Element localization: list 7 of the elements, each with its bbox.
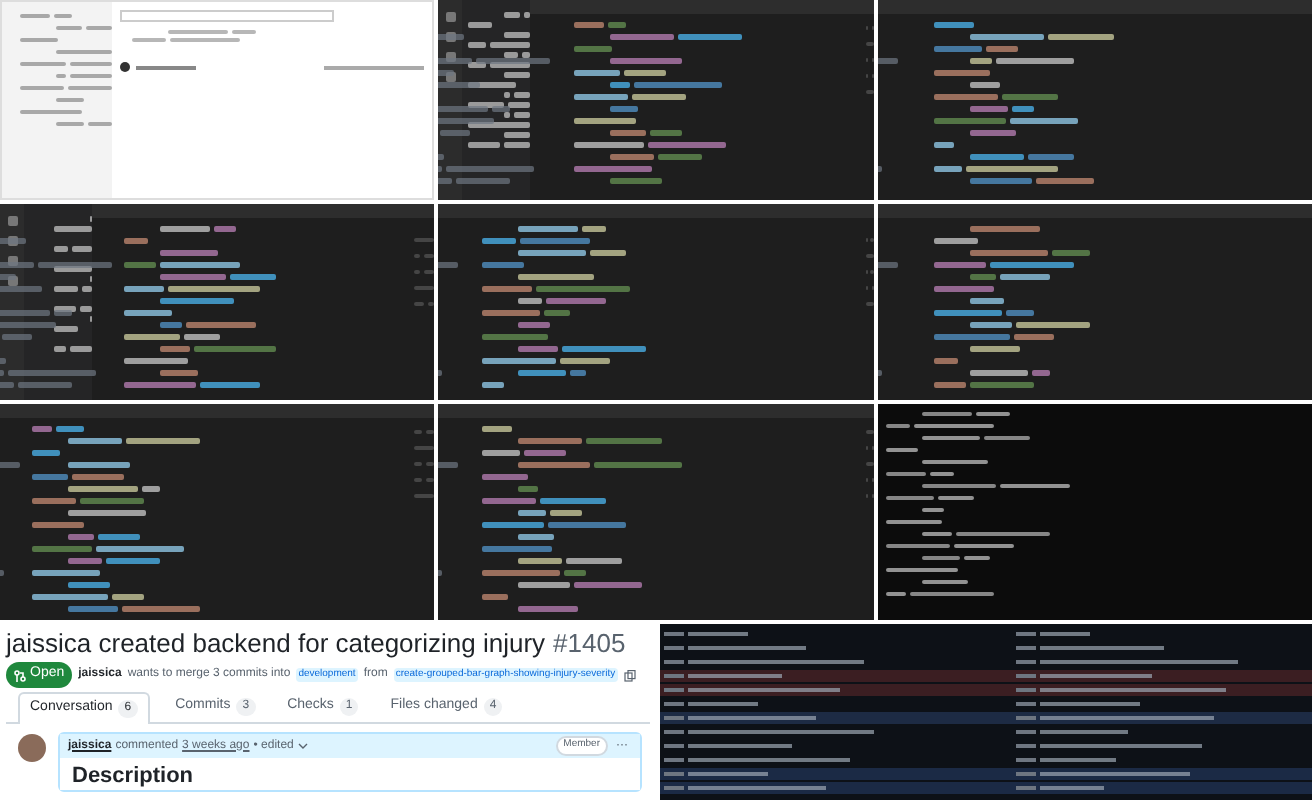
description-heading: Description: [72, 764, 194, 788]
caret-icon: [297, 742, 308, 750]
avatar-icon: [18, 734, 46, 762]
copy-icon[interactable]: [623, 669, 636, 681]
pull-request-number: #1405: [553, 626, 626, 662]
merge-icon: [14, 669, 26, 681]
pull-request-title: jaissica created backend for categorizing injury: [6, 626, 546, 662]
